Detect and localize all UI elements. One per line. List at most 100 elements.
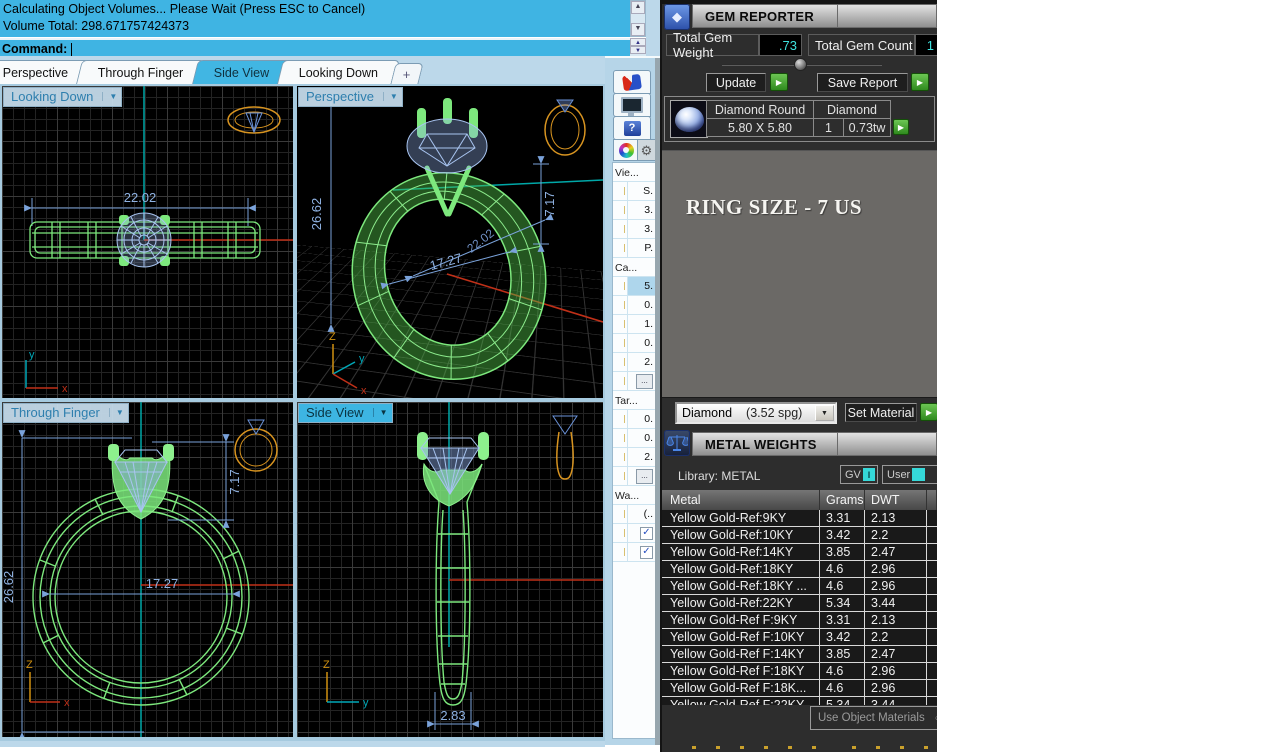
- viewport-through-finger[interactable]: Through Finger ▼: [2, 402, 293, 737]
- command-history[interactable]: Calculating Object Volumes... Please Wai…: [0, 0, 630, 37]
- chevron-down-icon[interactable]: ▼: [102, 92, 117, 101]
- viewport-tab-through-finger[interactable]: Through Finger: [76, 60, 205, 84]
- property-row[interactable]: 5.: [613, 277, 655, 296]
- column-grams[interactable]: Grams: [820, 490, 865, 510]
- property-row[interactable]: 0.: [613, 429, 655, 448]
- property-row[interactable]: 1.: [613, 315, 655, 334]
- viewport-label-perspective[interactable]: Perspective ▼: [298, 87, 403, 107]
- update-button[interactable]: Update: [706, 73, 766, 92]
- property-row[interactable]: P.: [613, 239, 655, 258]
- checkbox[interactable]: ✓: [640, 546, 653, 559]
- library-label: Library: METAL: [678, 469, 760, 483]
- property-row[interactable]: ✓: [613, 543, 655, 562]
- gem-detail-button[interactable]: ▶: [893, 119, 909, 135]
- metal-weights-header[interactable]: METAL WEIGHTS: [692, 432, 937, 456]
- table-row[interactable]: Yellow Gold-Ref:10KY3.422.2: [662, 527, 937, 544]
- gem-row[interactable]: Diamond Round Diamond 5.80 X 5.80 1 0.73…: [664, 96, 935, 142]
- chevron-down-icon[interactable]: ▼: [109, 408, 124, 417]
- tab-display[interactable]: [613, 93, 651, 117]
- property-row[interactable]: S.: [613, 182, 655, 201]
- tab-model[interactable]: [613, 70, 651, 94]
- chevron-down-icon[interactable]: ▼: [815, 405, 834, 421]
- table-cell: [927, 629, 937, 645]
- table-row[interactable]: Yellow Gold-Ref:18KY4.62.96: [662, 561, 937, 578]
- chevron-down-icon[interactable]: ▼: [373, 408, 388, 417]
- property-row[interactable]: 3.: [613, 220, 655, 239]
- tab-display-properties[interactable]: [613, 139, 639, 161]
- table-row[interactable]: Yellow Gold-Ref F:10KY3.422.2: [662, 629, 937, 646]
- divider-slider-knob[interactable]: [794, 58, 807, 71]
- side-toolbar: ? ⚙ Vie...S.3.3.P.Ca...5.0.1.0.2....Tar.…: [605, 56, 660, 745]
- svg-text:x: x: [64, 697, 70, 709]
- command-history-scrollbar[interactable]: ▲ ▼: [630, 0, 646, 37]
- table-row[interactable]: Yellow Gold-Ref:18KY ...4.62.96: [662, 578, 937, 595]
- scroll-up-icon[interactable]: ▲: [630, 38, 646, 46]
- ring-thumbnail-icon: [553, 416, 577, 479]
- library-row: Library: METAL GV I User: [662, 462, 937, 488]
- table-cell: 2.96: [865, 561, 927, 577]
- tab-help[interactable]: ?: [613, 116, 651, 140]
- command-row-scrollbar[interactable]: ▲ ▼: [630, 38, 646, 56]
- ellipsis-button[interactable]: ...: [636, 374, 653, 389]
- tab-settings[interactable]: ⚙: [637, 139, 656, 161]
- set-material-button[interactable]: Set Material: [845, 403, 917, 422]
- viewport-label-side-view[interactable]: Side View ▼: [298, 403, 393, 423]
- user-toggle[interactable]: User: [882, 465, 937, 484]
- property-row[interactable]: 0.: [613, 410, 655, 429]
- table-row[interactable]: Yellow Gold-Ref:22KY5.343.44: [662, 595, 937, 612]
- table-row[interactable]: Yellow Gold-Ref F:9KY3.312.13: [662, 612, 937, 629]
- property-group-label: Wa...: [613, 486, 655, 505]
- column-metal[interactable]: Metal: [662, 490, 820, 510]
- scroll-up-icon[interactable]: ▲: [631, 1, 645, 14]
- table-cell: 3.42: [820, 527, 865, 543]
- command-history-line1: Calculating Object Volumes... Please Wai…: [3, 1, 630, 18]
- chevron-down-icon[interactable]: ▼: [383, 92, 398, 101]
- table-row[interactable]: Yellow Gold-Ref:14KY3.852.47: [662, 544, 937, 561]
- gem-thumbnail: [670, 100, 708, 138]
- property-row[interactable]: ...: [613, 467, 655, 486]
- viewport-label-looking-down[interactable]: Looking Down ▼: [3, 87, 122, 107]
- gv-toggle[interactable]: GV I: [840, 465, 878, 484]
- save-report-go-button[interactable]: ▶: [911, 73, 929, 91]
- viewport-side-view[interactable]: Side View ▼: [297, 402, 603, 737]
- property-row[interactable]: 2.: [613, 448, 655, 467]
- question-icon: ?: [624, 121, 641, 136]
- gem-cut-cell: Diamond Round: [706, 100, 814, 119]
- table-row[interactable]: Yellow Gold-Ref:9KY3.312.13: [662, 510, 937, 527]
- scroll-down-icon[interactable]: ▼: [630, 46, 646, 54]
- checkbox[interactable]: ✓: [640, 527, 653, 540]
- table-cell: [927, 680, 937, 696]
- property-row[interactable]: 3.: [613, 201, 655, 220]
- set-material-go-button[interactable]: ▶: [920, 403, 937, 421]
- viewport-tab-side-view[interactable]: Side View: [192, 60, 291, 84]
- save-report-button[interactable]: Save Report: [817, 73, 908, 92]
- ellipsis-button[interactable]: ...: [636, 469, 653, 484]
- table-row[interactable]: Yellow Gold-Ref F:18KY4.62.96: [662, 663, 937, 680]
- material-select[interactable]: Diamond (3.52 spg) ▼: [675, 402, 837, 424]
- viewport-looking-down[interactable]: Looking Down ▼ 22.02: [2, 86, 293, 398]
- property-row[interactable]: 2.: [613, 353, 655, 372]
- table-cell: Yellow Gold-Ref:18KY ...: [662, 578, 820, 594]
- add-viewport-tab-button[interactable]: +: [391, 63, 424, 84]
- svg-text:17.27: 17.27: [428, 250, 463, 273]
- property-row[interactable]: 0.: [613, 296, 655, 315]
- table-cell: Yellow Gold-Ref:18KY: [662, 561, 820, 577]
- viewport-tab-looking-down[interactable]: Looking Down: [277, 60, 400, 84]
- property-row[interactable]: ✓: [613, 524, 655, 543]
- total-gem-weight-value: .73: [759, 34, 802, 56]
- viewport-perspective[interactable]: Perspective ▼: [297, 86, 603, 398]
- table-row[interactable]: Yellow Gold-Ref F:22KY5.343.44: [662, 697, 937, 705]
- table-row[interactable]: Yellow Gold-Ref F:14KY3.852.47: [662, 646, 937, 663]
- update-go-button[interactable]: ▶: [770, 73, 788, 91]
- gem-reporter-header[interactable]: GEM REPORTER: [692, 4, 937, 28]
- table-row[interactable]: Yellow Gold-Ref F:18K...4.62.96: [662, 680, 937, 697]
- property-row[interactable]: 0.: [613, 334, 655, 353]
- scroll-down-icon[interactable]: ▼: [631, 23, 645, 36]
- column-dwt[interactable]: DWT: [865, 490, 927, 510]
- use-object-materials[interactable]: Use Object Materials ○: [810, 706, 937, 730]
- table-cell: 2.13: [865, 510, 927, 526]
- arrow-right-icon: ▶: [926, 408, 932, 417]
- property-row[interactable]: ...: [613, 372, 655, 391]
- viewport-label-through-finger[interactable]: Through Finger ▼: [3, 403, 129, 423]
- property-row[interactable]: (..: [613, 505, 655, 524]
